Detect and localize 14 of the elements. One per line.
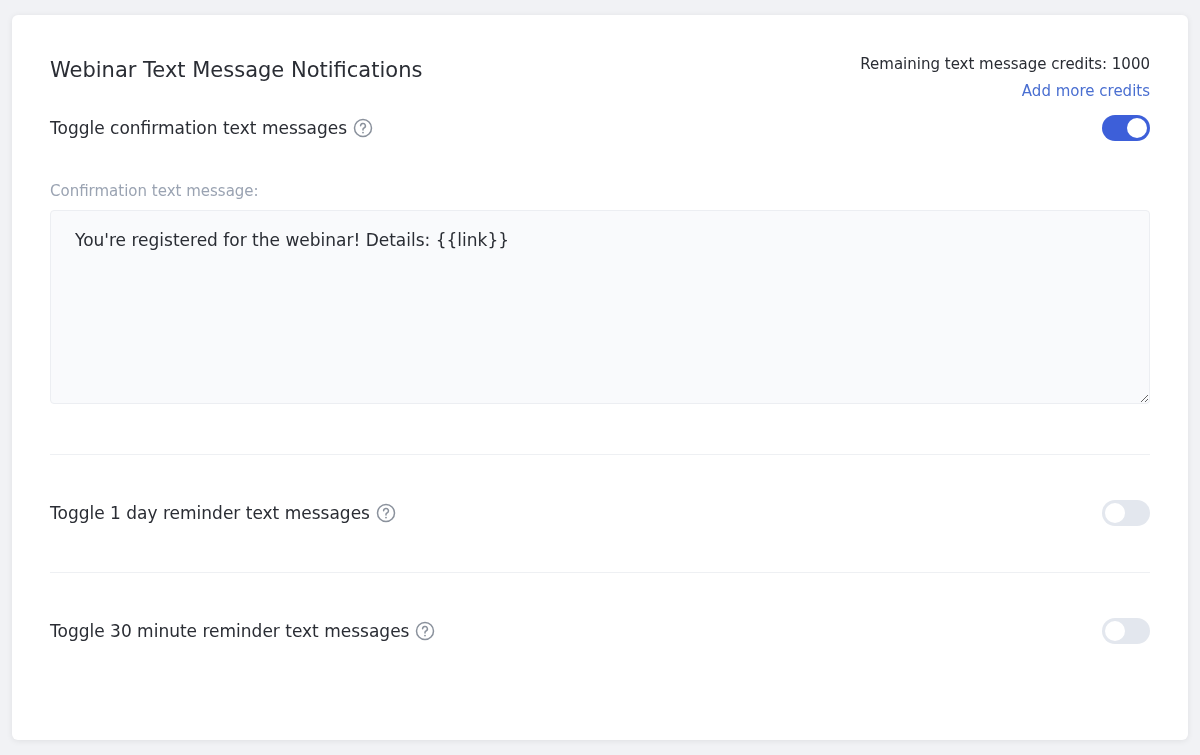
toggle-switch[interactable] [1102,618,1150,644]
add-credits-link[interactable]: Add more credits [1021,82,1150,100]
field-label: Confirmation text message: [50,182,260,200]
credits-remaining: Remaining text message credits: 1000 [860,55,1150,73]
help-icon[interactable] [375,503,396,523]
toggle-label: Toggle confirmation text messages [50,118,348,138]
message-textarea[interactable]: You're registered for the webinar! Details: {{link}} [50,210,1150,404]
toggle-label: Toggle 30 minute reminder text messages [50,621,410,641]
help-icon[interactable] [353,118,374,138]
help-icon[interactable] [415,621,436,641]
toggle-switch[interactable] [1102,115,1150,141]
toggle-switch[interactable] [1102,500,1150,526]
card-title: Webinar Text Message Notifications [50,58,423,82]
toggle-label: Toggle 1 day reminder text messages [50,503,370,523]
